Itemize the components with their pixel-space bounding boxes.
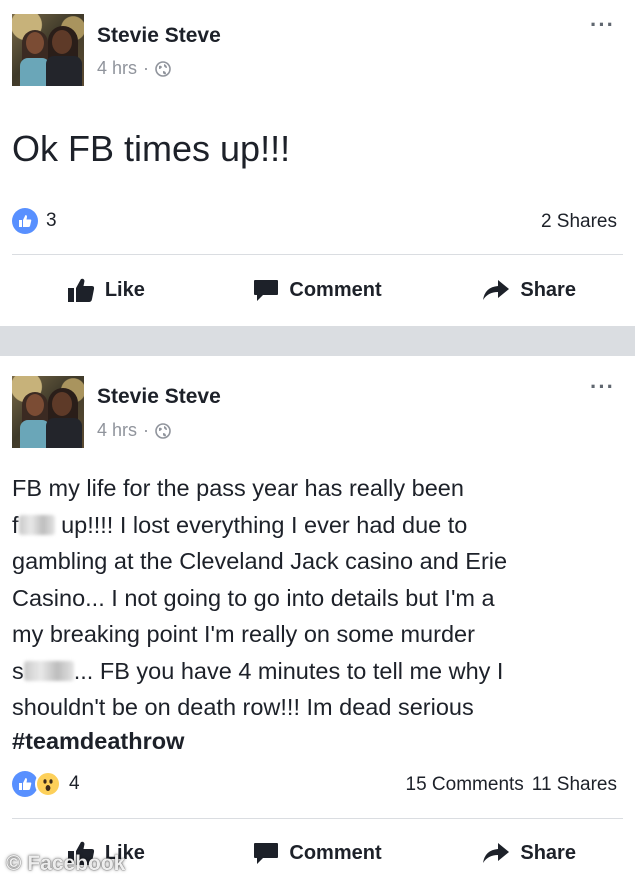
post-text-line: Casino... I not going to go into details… [12,584,495,611]
globe-icon [155,422,171,439]
post-time[interactable]: 4 hrs [97,420,137,441]
reactions-summary[interactable]: 3 [12,208,57,234]
reaction-count: 4 [69,773,80,794]
post-text: Ok FB times up!!! [12,128,291,169]
divider [12,818,623,819]
share-button[interactable]: Share [423,828,635,878]
post-1: Stevie Steve 4 hrs · ··· Ok FB times up!… [0,0,635,326]
comments-count[interactable]: 15 Comments [406,774,524,795]
author-name[interactable]: Stevie Steve [97,24,221,48]
shares-count[interactable]: 2 Shares [541,211,617,232]
globe-icon [155,60,171,77]
post-meta: 4 hrs · [97,420,171,441]
comment-icon [254,843,279,864]
divider [12,254,623,255]
action-bar: Like Comment Share [0,265,635,315]
comment-button[interactable]: Comment [212,265,424,315]
watermark: © Facebook [6,852,126,875]
post-text-line: gambling at the Cleveland Jack casino an… [12,548,508,574]
comment-button[interactable]: Comment [212,828,424,878]
share-arrow-icon [483,843,510,863]
more-options-icon[interactable]: ··· [590,14,615,36]
shares-count[interactable]: 11 Shares [532,774,617,795]
thumbs-up-icon [67,278,94,302]
more-options-icon[interactable]: ··· [590,376,615,398]
like-reaction-icon [12,208,38,234]
post-stats[interactable]: 15 Comments 11 Shares [406,774,617,796]
comment-icon [254,280,279,301]
reactions-summary[interactable]: 4 [12,771,80,797]
post-text-line: f up!!!! I lost everything I ever had du… [12,511,468,538]
reaction-count: 3 [46,210,57,231]
author-name[interactable]: Stevie Steve [97,385,221,409]
feed-separator [0,326,635,356]
post-text-line: my breaking point I'm really on some mur… [12,621,475,647]
post-text-line: s... FB you have 4 minutes to tell me wh… [12,657,504,684]
share-button[interactable]: Share [423,265,635,315]
censor-blur [23,660,74,681]
censor-blur [18,514,55,535]
post-text: FB my life for the pass year has really … [12,470,624,726]
author-avatar[interactable] [12,14,84,86]
like-button[interactable]: Like [0,265,212,315]
share-arrow-icon [483,280,510,300]
post-time[interactable]: 4 hrs [97,58,137,79]
hashtag-link[interactable]: #teamdeathrow [12,728,184,755]
post-text-line: shouldn't be on death row!!! Im dead ser… [12,694,474,720]
post-text-line: FB my life for the pass year has really … [12,475,464,501]
author-avatar[interactable] [12,376,84,448]
wow-reaction-icon [35,771,61,797]
post-meta: 4 hrs · [97,58,171,79]
post-stats[interactable]: 2 Shares [541,211,617,233]
